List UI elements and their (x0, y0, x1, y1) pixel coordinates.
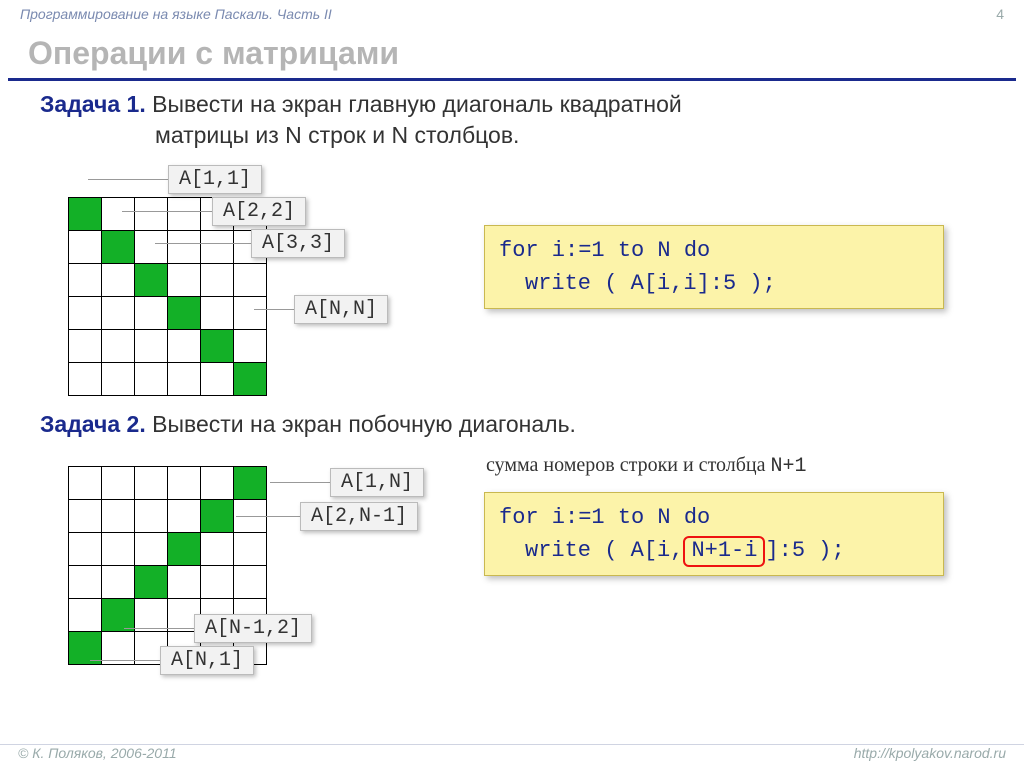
footer: © К. Поляков, 2006-2011 http://kpolyakov… (0, 744, 1024, 761)
chip-a1n: A[1,N] (330, 468, 424, 497)
page-number: 4 (996, 6, 1004, 22)
copyright: © К. Поляков, 2006-2011 (18, 745, 177, 761)
chip-a2n1: A[2,N-1] (300, 502, 418, 531)
task1-row: A[1,1] A[2,2] A[3,3] A[N,N] for i:=1 to … (40, 169, 984, 379)
breadcrumb: Программирование на языке Паскаль. Часть… (0, 0, 1024, 25)
highlight-index: N+1-i (683, 536, 765, 566)
chip-a22: A[2,2] (212, 197, 306, 226)
task2-row: A[1,N] A[2,N-1] A[N-1,2] A[N,1] сумма но… (40, 458, 984, 698)
page-title: Операции с матрицами (0, 25, 1024, 78)
chip-an12: A[N-1,2] (194, 614, 312, 643)
chip-a11: A[1,1] (168, 165, 262, 194)
code-task2: for i:=1 to N do write ( A[i,N+1-i]:5 ); (484, 492, 944, 576)
task2-note: сумма номеров строки и столбца N+1 (486, 454, 807, 478)
chip-ann: A[N,N] (294, 295, 388, 324)
code-task1: for i:=1 to N do write ( A[i,i]:5 ); (484, 225, 944, 309)
task2-label: Задача 2. (40, 411, 146, 437)
task1-text: Задача 1. Вывести на экран главную диаго… (40, 89, 984, 151)
chip-an1: A[N,1] (160, 646, 254, 675)
footer-url: http://kpolyakov.narod.ru (854, 745, 1006, 761)
task2-text: Задача 2. Вывести на экран побочную диаг… (40, 409, 984, 440)
task1-label: Задача 1. (40, 91, 146, 117)
title-underline (8, 78, 1016, 81)
matrix-main-diagonal (68, 197, 267, 396)
chip-a33: A[3,3] (251, 229, 345, 258)
